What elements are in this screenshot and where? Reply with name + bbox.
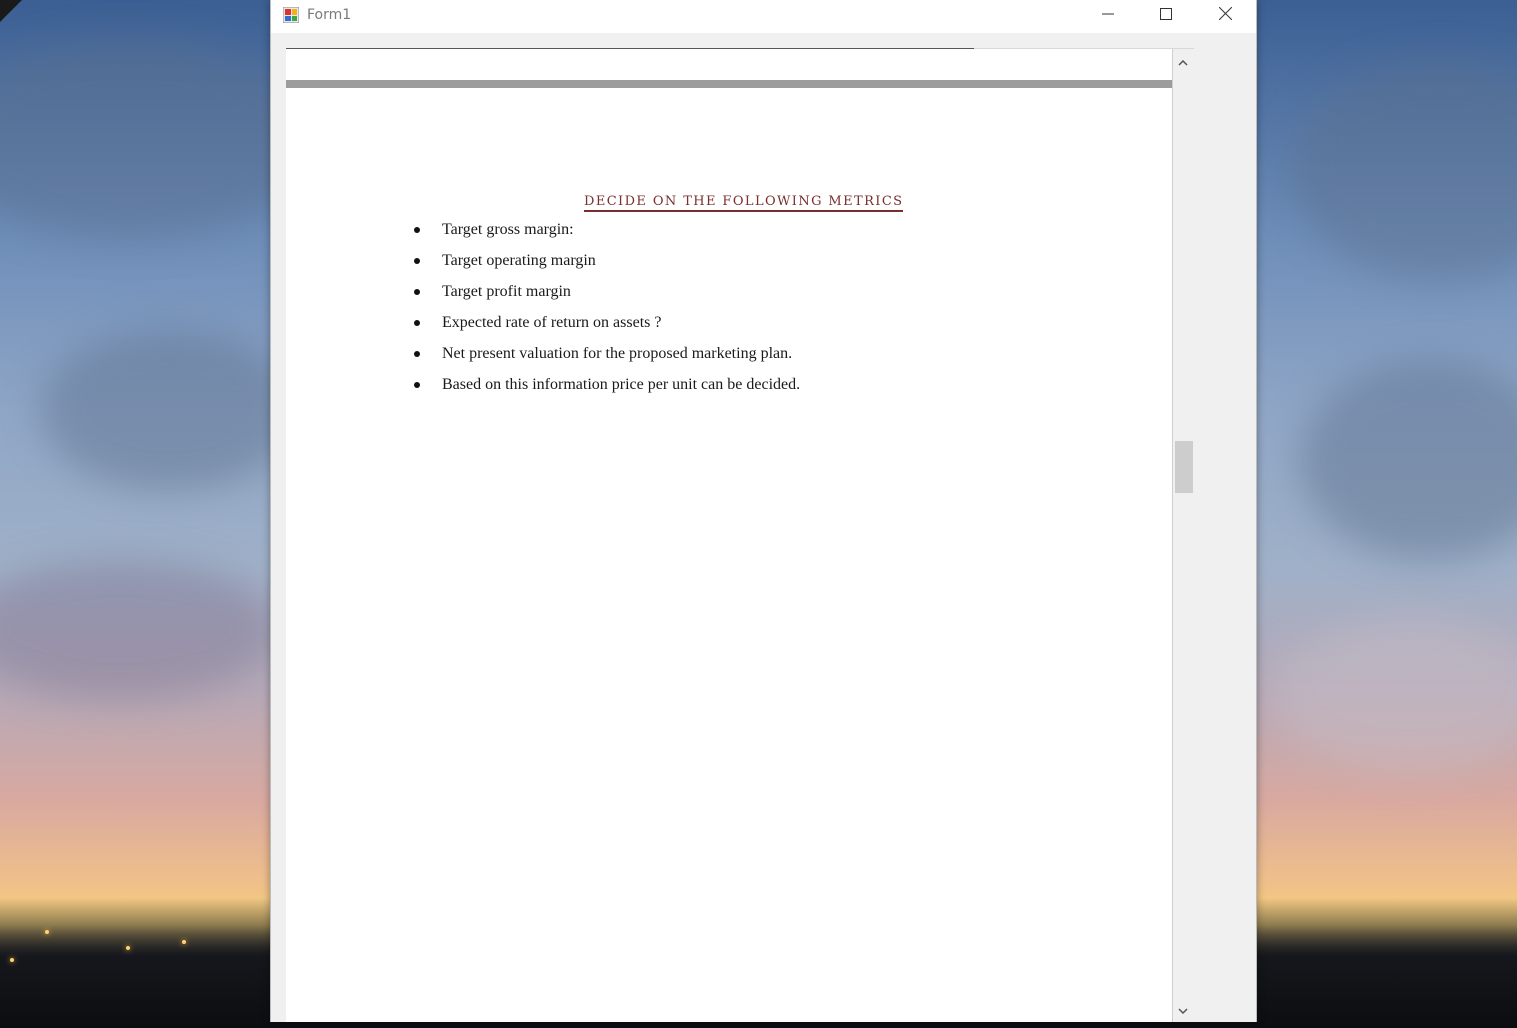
bullet-icon xyxy=(414,382,420,388)
cloud-shape xyxy=(1270,620,1517,770)
desktop-corner xyxy=(0,0,22,22)
list-item-text: Target gross margin: xyxy=(442,221,574,238)
city-light xyxy=(126,946,130,950)
chevron-down-icon xyxy=(1178,1001,1188,1019)
close-button[interactable] xyxy=(1195,0,1255,32)
city-light xyxy=(182,940,186,944)
cloud-shape xyxy=(1290,60,1517,280)
chevron-up-icon xyxy=(1178,53,1188,71)
page-separator xyxy=(286,80,1172,88)
bullet-icon xyxy=(414,289,420,295)
minimize-icon xyxy=(1102,7,1114,25)
scroll-thumb[interactable] xyxy=(1175,441,1193,493)
vertical-scrollbar[interactable] xyxy=(1173,49,1193,1022)
title-bar[interactable]: Form1 xyxy=(271,0,1256,33)
window-title: Form1 xyxy=(307,7,352,23)
cloud-shape xyxy=(0,560,280,700)
form-window: Form1 DECIDE ON THE FOLLOWING METRICS Ta… xyxy=(270,0,1257,1022)
form-app-icon xyxy=(282,6,300,24)
document-viewer[interactable]: DECIDE ON THE FOLLOWING METRICS Target g… xyxy=(286,49,1173,1022)
list-item-text: Expected rate of return on assets ? xyxy=(442,314,662,331)
cloud-shape xyxy=(1300,360,1517,560)
document-heading: DECIDE ON THE FOLLOWING METRICS xyxy=(584,194,904,212)
city-light xyxy=(10,958,14,962)
bullet-icon xyxy=(414,258,420,264)
city-light xyxy=(45,930,49,934)
list-item-text: Based on this information price per unit… xyxy=(442,376,801,393)
cloud-shape xyxy=(40,330,300,490)
minimize-button[interactable] xyxy=(1079,0,1137,32)
list-item-text: Target operating margin xyxy=(442,252,596,269)
bullet-icon xyxy=(414,227,420,233)
maximize-button[interactable] xyxy=(1137,0,1195,32)
maximize-icon xyxy=(1160,7,1172,25)
list-item-text: Target profit margin xyxy=(442,283,571,300)
close-icon xyxy=(1218,6,1232,25)
bullet-icon xyxy=(414,351,420,357)
scroll-down-button[interactable] xyxy=(1173,999,1193,1021)
scroll-up-button[interactable] xyxy=(1173,51,1193,73)
list-item-text: Net present valuation for the proposed m… xyxy=(442,345,793,362)
bullet-icon xyxy=(414,320,420,326)
